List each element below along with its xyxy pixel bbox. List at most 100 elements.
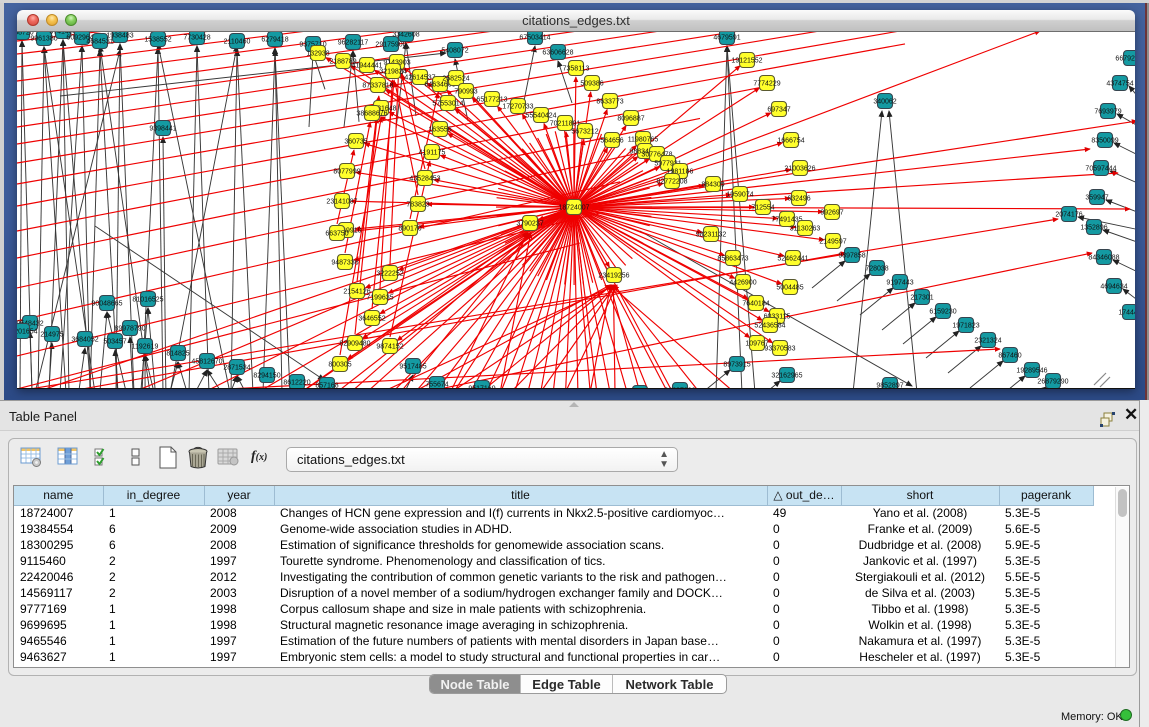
svg-text:19289546: 19289546 bbox=[1016, 367, 1047, 374]
svg-text:8612220: 8612220 bbox=[283, 379, 310, 386]
svg-text:70597444: 70597444 bbox=[1085, 165, 1116, 172]
svg-text:2149597: 2149597 bbox=[819, 238, 846, 245]
svg-text:70211891: 70211891 bbox=[550, 120, 581, 127]
svg-text:9487336: 9487336 bbox=[331, 259, 358, 266]
svg-text:992697: 992697 bbox=[820, 209, 843, 216]
svg-text:7640184: 7640184 bbox=[742, 300, 769, 307]
svg-text:57553014: 57553014 bbox=[432, 100, 463, 107]
svg-text:17270733: 17270733 bbox=[502, 103, 533, 110]
svg-text:36697396: 36697396 bbox=[664, 387, 695, 389]
svg-text:800305: 800305 bbox=[328, 361, 351, 368]
svg-text:3219824: 3219824 bbox=[379, 68, 406, 75]
svg-text:8973915: 8973915 bbox=[723, 361, 750, 368]
svg-text:4374754: 4374754 bbox=[1106, 80, 1133, 87]
svg-text:1959074: 1959074 bbox=[726, 191, 753, 198]
svg-text:509386: 509386 bbox=[580, 80, 603, 87]
svg-text:4694634: 4694634 bbox=[1100, 283, 1127, 290]
svg-text:6279418: 6279418 bbox=[261, 36, 288, 43]
svg-text:697347: 697347 bbox=[767, 106, 790, 113]
svg-text:19121552: 19121552 bbox=[731, 57, 762, 64]
svg-text:564656: 564656 bbox=[600, 137, 623, 144]
svg-text:84346088: 84346088 bbox=[1088, 254, 1119, 261]
svg-text:1352896: 1352896 bbox=[1080, 224, 1107, 231]
svg-text:45812670: 45812670 bbox=[191, 358, 222, 365]
svg-text:21003626: 21003626 bbox=[784, 165, 815, 172]
svg-text:884309: 884309 bbox=[701, 181, 724, 188]
svg-text:857168: 857168 bbox=[315, 382, 338, 389]
svg-text:26879290: 26879290 bbox=[1037, 378, 1068, 385]
svg-text:2074176: 2074176 bbox=[1055, 211, 1082, 218]
svg-text:3684052: 3684052 bbox=[71, 336, 98, 343]
svg-text:66792612: 66792612 bbox=[1115, 55, 1135, 62]
svg-text:132938: 132938 bbox=[306, 50, 329, 57]
svg-text:43528453: 43528453 bbox=[409, 175, 440, 182]
svg-text:3790237: 3790237 bbox=[516, 220, 543, 227]
svg-text:340062: 340062 bbox=[873, 98, 896, 105]
svg-text:8096887: 8096887 bbox=[617, 115, 644, 122]
svg-text:29175900: 29175900 bbox=[375, 41, 406, 48]
svg-text:1971823: 1971823 bbox=[952, 322, 979, 329]
svg-text:90048665: 90048665 bbox=[91, 300, 122, 307]
svg-text:5673212: 5673212 bbox=[571, 128, 598, 135]
svg-text:41944441: 41944441 bbox=[351, 62, 382, 69]
svg-text:23141087: 23141087 bbox=[326, 198, 357, 205]
svg-text:6159230: 6159230 bbox=[929, 308, 956, 315]
svg-text:87337818: 87337818 bbox=[362, 82, 393, 89]
svg-text:503457: 503457 bbox=[103, 338, 126, 345]
svg-text:632496: 632496 bbox=[787, 195, 810, 202]
svg-text:96282117: 96282117 bbox=[338, 39, 369, 46]
svg-text:89978790: 89978790 bbox=[114, 325, 145, 332]
svg-text:890170: 890170 bbox=[398, 225, 421, 232]
svg-text:9517485: 9517485 bbox=[399, 363, 426, 370]
svg-text:712554: 712554 bbox=[751, 204, 774, 211]
svg-text:23419256: 23419256 bbox=[598, 272, 629, 279]
svg-text:217301: 217301 bbox=[910, 294, 933, 301]
svg-text:1938483: 1938483 bbox=[106, 32, 133, 39]
svg-text:663750: 663750 bbox=[325, 230, 348, 237]
svg-text:7774229: 7774229 bbox=[753, 80, 780, 87]
svg-text:42614537: 42614537 bbox=[404, 74, 435, 81]
svg-text:52436584: 52436584 bbox=[754, 322, 785, 329]
svg-text:9852897: 9852897 bbox=[876, 382, 903, 389]
svg-text:55540424: 55540424 bbox=[525, 112, 556, 119]
svg-text:360735: 360735 bbox=[344, 138, 367, 145]
svg-text:67503414: 67503414 bbox=[519, 34, 550, 41]
svg-text:728038: 728038 bbox=[865, 265, 888, 272]
svg-text:163556: 163556 bbox=[428, 126, 451, 133]
svg-text:5004485: 5004485 bbox=[776, 284, 803, 291]
svg-text:98231132: 98231132 bbox=[696, 231, 727, 238]
svg-text:1192619: 1192619 bbox=[132, 343, 159, 350]
svg-text:4191175: 4191175 bbox=[419, 149, 446, 156]
svg-text:52462441: 52462441 bbox=[777, 255, 808, 262]
svg-text:9897858: 9897858 bbox=[838, 252, 865, 259]
svg-text:1666754: 1666754 bbox=[777, 137, 804, 144]
svg-text:4426900: 4426900 bbox=[729, 279, 756, 286]
svg-text:2582524: 2582524 bbox=[442, 75, 469, 82]
svg-text:9398441: 9398441 bbox=[149, 125, 176, 132]
svg-text:8633773: 8633773 bbox=[596, 98, 623, 105]
svg-text:38688676: 38688676 bbox=[356, 110, 387, 117]
svg-text:7199635: 7199635 bbox=[366, 294, 393, 301]
svg-text:7358113: 7358113 bbox=[563, 65, 590, 72]
svg-text:7693979: 7693979 bbox=[1094, 108, 1121, 115]
svg-text:31130263: 31130263 bbox=[790, 225, 821, 232]
svg-text:9874152: 9874152 bbox=[376, 343, 403, 350]
svg-text:3342608: 3342608 bbox=[392, 32, 419, 38]
svg-text:214975: 214975 bbox=[40, 331, 63, 338]
svg-text:93370583: 93370583 bbox=[764, 345, 795, 352]
svg-text:18724007: 18724007 bbox=[558, 204, 589, 211]
svg-text:7730428: 7730428 bbox=[183, 34, 210, 41]
svg-text:867460: 867460 bbox=[998, 352, 1021, 359]
svg-text:359947: 359947 bbox=[1085, 194, 1108, 201]
svg-text:65177213: 65177213 bbox=[476, 96, 507, 103]
svg-text:1538552: 1538552 bbox=[144, 36, 171, 43]
svg-text:9517169: 9517169 bbox=[468, 385, 495, 389]
svg-text:2110460: 2110460 bbox=[224, 38, 251, 45]
svg-text:8350099: 8350099 bbox=[1091, 137, 1118, 144]
svg-text:11980765: 11980765 bbox=[628, 136, 659, 143]
svg-text:4684531: 4684531 bbox=[86, 38, 113, 45]
svg-text:2871534: 2871534 bbox=[223, 364, 250, 371]
svg-text:81016525: 81016525 bbox=[132, 296, 163, 303]
svg-text:85863473: 85863473 bbox=[717, 255, 748, 262]
svg-text:8077999: 8077999 bbox=[333, 168, 360, 175]
